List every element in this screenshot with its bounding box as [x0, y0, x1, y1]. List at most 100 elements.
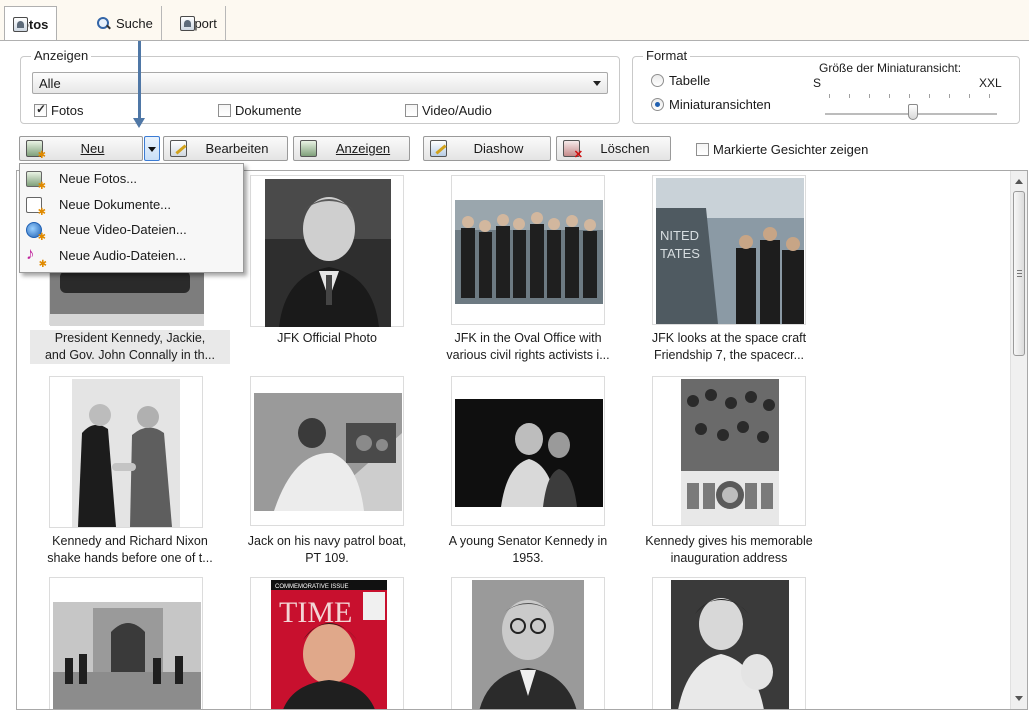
slideshow-button[interactable]: Diashow	[423, 136, 551, 161]
import-icon	[180, 15, 195, 31]
photos-icon	[13, 16, 28, 32]
photo-friendship7: NITED TATES	[656, 178, 804, 324]
photo-capitol-steps	[53, 602, 201, 709]
caption-line: A young Senator Kennedy in	[448, 534, 608, 548]
slider-tick	[909, 94, 910, 98]
slider-tick	[889, 94, 890, 98]
show-marked-faces-checkbox[interactable]: Markierte Gesichter zeigen	[696, 142, 868, 157]
new-document-icon	[26, 196, 46, 218]
checkbox-label: Fotos	[51, 103, 84, 118]
photo-young-senator	[455, 399, 603, 507]
tab-fotos[interactable]: Fotos	[4, 6, 58, 41]
thumbnail-caption: Kennedy gives his memorable inauguration…	[629, 533, 829, 567]
thumbnail-frame[interactable]	[451, 175, 605, 325]
new-dropdown-arrow[interactable]	[144, 136, 160, 161]
photo-kennedy-nixon	[72, 379, 180, 527]
caption-line: PT 109.	[305, 551, 349, 565]
caption-line: JFK in the Oval Office with	[454, 331, 602, 345]
caption-line: JFK Official Photo	[277, 331, 377, 345]
thumbnail-frame[interactable]	[49, 376, 203, 528]
menu-item-label: Neue Audio-Dateien...	[59, 248, 187, 263]
thumbnail-frame[interactable]	[652, 376, 806, 526]
caption-line: Kennedy and Richard Nixon	[52, 534, 208, 548]
thumbnail-frame[interactable]	[250, 376, 404, 526]
tab-label: Suche	[116, 15, 153, 31]
scrollbar-thumb[interactable]	[1013, 191, 1025, 356]
checkbox-label: Markierte Gesichter zeigen	[713, 142, 869, 157]
time-masthead: TIME	[279, 596, 352, 629]
thumbnail-caption: Kennedy and Richard Nixon shake hands be…	[30, 533, 230, 567]
edit-button-label: Bearbeiten	[205, 141, 269, 156]
photo-time-cover: COMMEMORATIVE ISSUE TIME	[271, 580, 387, 709]
thumbnail-size-min: S	[813, 76, 822, 90]
new-dropdown-menu: Neue Fotos... Neue Dokumente... Neue Vid…	[19, 163, 244, 273]
filter-fotos-checkbox[interactable]: Fotos	[34, 102, 84, 118]
tab-suche[interactable]: Suche	[88, 6, 162, 40]
photo-pt109	[254, 393, 402, 511]
format-thumbnails-radio[interactable]: Miniaturansichten	[651, 97, 771, 112]
caption-line: and Gov. John Connally in th...	[44, 348, 215, 362]
thumbnail-frame[interactable]	[451, 577, 605, 709]
chevron-down-icon	[593, 81, 601, 86]
svg-text:NITED: NITED	[660, 228, 699, 243]
caption-line: Jack on his navy patrol boat,	[247, 534, 407, 548]
time-banner-text: COMMEMORATIVE ISSUE	[275, 584, 349, 590]
slideshow-button-label: Diashow	[473, 141, 524, 156]
slider-tick	[989, 94, 990, 98]
menu-item-new-photos[interactable]: Neue Fotos...	[20, 166, 243, 192]
delete-button-label: Löschen	[600, 141, 650, 156]
delete-button[interactable]: Löschen	[556, 136, 671, 161]
checkbox-box	[218, 104, 231, 117]
thumbnail-frame[interactable]	[49, 577, 203, 709]
new-photo-icon	[26, 140, 46, 161]
radio-label: Tabelle	[669, 73, 711, 88]
checkbox-box	[696, 143, 709, 156]
thumbnail-frame[interactable]: COMMEMORATIVE ISSUE TIME	[250, 577, 404, 709]
slider-tick	[849, 94, 850, 98]
vertical-scrollbar[interactable]	[1010, 171, 1027, 709]
edit-button[interactable]: Bearbeiten	[163, 136, 288, 161]
new-button[interactable]: Neu	[19, 136, 143, 161]
menu-item-new-audio[interactable]: Neue Audio-Dateien...	[20, 243, 243, 270]
menu-item-label: Neue Fotos...	[59, 171, 138, 186]
display-filter-select[interactable]: Alle	[32, 72, 608, 94]
annotation-arrow	[138, 41, 141, 121]
menu-item-new-video[interactable]: Neue Video-Dateien...	[20, 217, 243, 243]
thumbnail-size-max: XXL	[979, 76, 1002, 90]
thumbnail-size-label: Größe der Miniaturansicht:	[819, 61, 962, 75]
radio-label: Miniaturansichten	[669, 97, 771, 112]
photo-oval-office	[455, 200, 603, 304]
checkbox-box	[405, 104, 418, 117]
radio-circle	[651, 74, 664, 87]
caption-line: Friendship 7, the spacecr...	[653, 348, 805, 362]
checkbox-box	[34, 102, 47, 117]
view-button[interactable]: Anzeigen	[293, 136, 410, 161]
thumbnail-frame[interactable]	[652, 577, 806, 709]
thumbnail-caption: Jack on his navy patrol boat, PT 109.	[227, 533, 427, 567]
thumbnail-frame[interactable]	[250, 175, 404, 327]
filter-dokumente-checkbox[interactable]: Dokumente	[218, 103, 301, 118]
caption-line: 1953.	[512, 551, 544, 565]
scroll-up-icon[interactable]	[1015, 179, 1023, 184]
slider-tick	[869, 94, 870, 98]
thumbnail-frame[interactable]	[451, 376, 605, 526]
menu-item-new-documents[interactable]: Neue Dokumente...	[20, 192, 243, 218]
new-button-label: Neu	[80, 141, 105, 156]
format-table-radio[interactable]: Tabelle	[651, 73, 710, 88]
caption-line: President Kennedy, Jackie,	[54, 331, 206, 345]
photo-joseph-kennedy	[472, 580, 584, 709]
thumbnail-caption: A young Senator Kennedy in 1953.	[428, 533, 628, 567]
edit-icon	[170, 140, 187, 157]
filter-video-audio-checkbox[interactable]: Video/Audio	[405, 103, 492, 118]
view-photo-icon	[300, 140, 317, 157]
photo-jfk-official	[265, 179, 391, 327]
thumbnail-caption: JFK Official Photo	[227, 330, 427, 347]
menu-item-label: Neue Video-Dateien...	[59, 222, 187, 237]
scroll-down-icon[interactable]	[1015, 696, 1023, 701]
thumbnail-caption: JFK looks at the space craft Friendship …	[629, 330, 829, 364]
thumbnail-frame[interactable]: NITED TATES	[652, 175, 806, 325]
tab-import[interactable]: Import	[172, 6, 226, 40]
slider-thumb[interactable]	[908, 104, 918, 120]
svg-text:TATES: TATES	[660, 246, 700, 261]
new-audio-icon	[26, 244, 47, 270]
